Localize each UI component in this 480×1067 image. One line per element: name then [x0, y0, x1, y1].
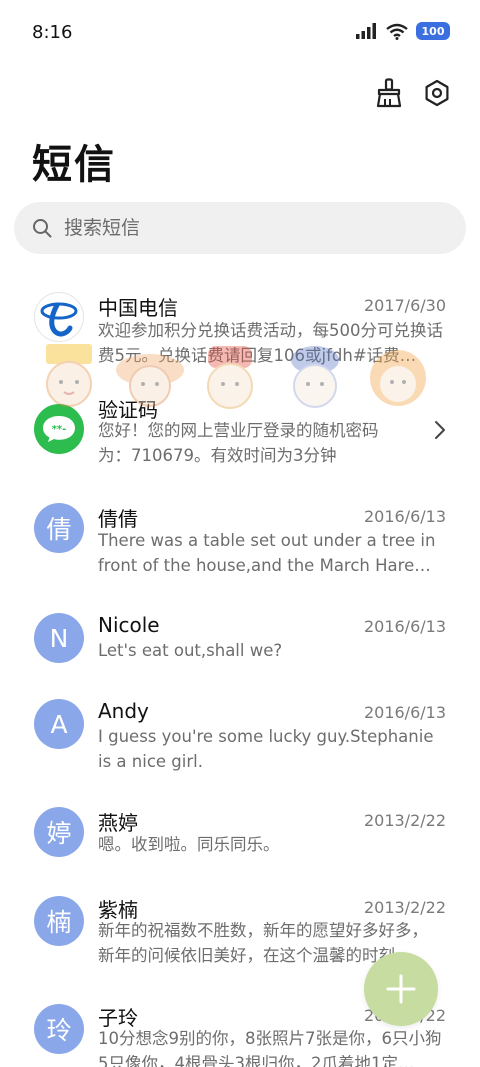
message-preview: There was a table set out under a tree i…	[98, 531, 436, 575]
avatar: N	[34, 613, 84, 663]
avatar: 倩	[34, 503, 84, 553]
verify-code-icon: **-	[43, 416, 75, 442]
chevron-right-icon[interactable]	[434, 420, 446, 440]
message-preview: Let's eat out,shall we?	[98, 641, 283, 660]
new-message-button[interactable]	[364, 952, 438, 1026]
plus-icon	[386, 974, 416, 1004]
header-actions	[374, 78, 452, 108]
contact-name: Nicole	[98, 613, 160, 637]
telecom-logo-icon	[40, 302, 78, 337]
signal-icon	[356, 23, 376, 39]
message-preview: 10分想念9别的你，8张照片7张是你，6只小狗5只像你，4根骨头3根归你，2爪着…	[98, 1029, 442, 1067]
battery-indicator: 100	[416, 22, 450, 40]
broom-icon	[376, 78, 402, 108]
message-date: 2016/6/13	[363, 703, 446, 722]
conversation-row[interactable]: 中国电信 2017/6/30 欢迎参加积分兑换话费活动，每500分可兑换话费5元…	[0, 278, 480, 378]
avatar	[34, 292, 84, 342]
message-date: 2016/6/13	[363, 617, 446, 636]
avatar: **-	[34, 404, 84, 454]
page-title: 短信	[32, 142, 116, 188]
clean-button[interactable]	[374, 78, 404, 108]
settings-button[interactable]	[422, 78, 452, 108]
message-preview: 嗯。收到啦。同乐同乐。	[98, 835, 280, 854]
contact-name: 中国电信	[98, 296, 178, 320]
search-bar[interactable]	[14, 202, 466, 254]
message-preview: 欢迎参加积分兑换话费活动，每500分可兑换话费5元。兑换话费请回复106或jfd…	[98, 321, 443, 365]
status-icons: 100	[356, 22, 450, 40]
search-icon	[33, 219, 52, 238]
conversation-row[interactable]: 婷 燕婷 2013/2/22 嗯。收到啦。同乐同乐。	[0, 802, 480, 882]
status-time: 8:16	[32, 22, 73, 43]
message-date: 2017/6/30	[363, 296, 446, 315]
message-date: 2013/2/22	[363, 898, 446, 917]
message-preview: I guess you're some lucky guy.Stephanie …	[98, 727, 434, 771]
contact-name: Andy	[98, 699, 149, 723]
avatar: 玲	[34, 1004, 84, 1054]
message-preview: 您好！您的网上营业厅登录的随机密码为：710679。有效时间为3分钟	[98, 421, 379, 465]
conversation-row[interactable]: 倩 倩倩 2016/6/13 There was a table set out…	[0, 496, 480, 600]
avatar: 楠	[34, 896, 84, 946]
settings-icon	[425, 79, 449, 107]
message-date: 2013/2/22	[363, 811, 446, 830]
search-input[interactable]	[62, 216, 426, 240]
conversation-row[interactable]: N Nicole 2016/6/13 Let's eat out,shall w…	[0, 606, 480, 686]
wifi-icon	[386, 23, 408, 40]
message-date: 2016/6/13	[363, 507, 446, 526]
conversation-row[interactable]: **- 验证码 您好！您的网上营业厅登录的随机密码为：710679。有效时间为3…	[0, 388, 480, 488]
status-bar: 8:16 100	[0, 0, 480, 68]
conversation-row[interactable]: A Andy 2016/6/13 I guess you're some luc…	[0, 692, 480, 796]
svg-text:**-: **-	[52, 424, 67, 435]
avatar: 婷	[34, 807, 84, 857]
avatar: A	[34, 699, 84, 749]
